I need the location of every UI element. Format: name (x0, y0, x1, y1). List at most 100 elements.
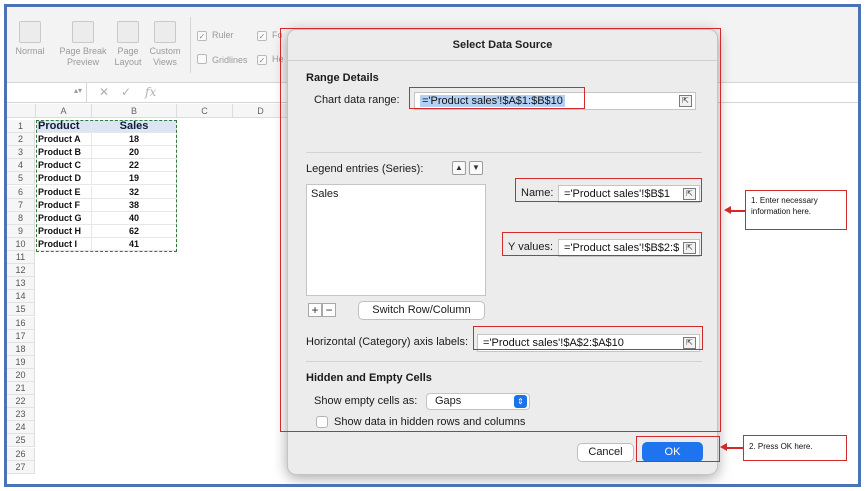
screenshot-frame: Normal Page Break Preview Page Layout Cu… (4, 4, 861, 487)
headings-checkbox[interactable]: ✓ He (257, 54, 284, 65)
titlebar-divider (288, 60, 717, 61)
row-header[interactable]: 25 (7, 434, 35, 448)
row-header[interactable]: 12 (7, 264, 35, 278)
cancel-button[interactable]: Cancel (577, 443, 634, 462)
gridlines-checkbox[interactable]: Gridlines (197, 54, 248, 65)
row-header[interactable]: 9 (7, 224, 35, 238)
cell-product[interactable]: Product E (36, 185, 92, 199)
chevron-updown-icon: ⇕ (514, 395, 527, 408)
cell-sales[interactable]: 18 (92, 133, 177, 147)
show-hidden-checkbox[interactable] (316, 416, 328, 428)
cell-sales[interactable]: 20 (92, 146, 177, 160)
row-header[interactable]: 17 (7, 329, 35, 343)
cell-b1[interactable]: Sales (92, 120, 177, 133)
column-header[interactable]: A (36, 104, 92, 118)
add-series-button[interactable]: + (308, 303, 322, 317)
cell-sales[interactable]: 32 (92, 185, 177, 199)
row-header[interactable]: 24 (7, 421, 35, 435)
ok-button[interactable]: OK (642, 442, 703, 462)
page-layout-icon (117, 21, 139, 43)
row-header[interactable]: 19 (7, 355, 35, 369)
row-header[interactable]: 20 (7, 368, 35, 382)
move-down-icon[interactable]: ▼ (469, 161, 483, 175)
row-header[interactable]: 2 (7, 133, 35, 147)
row-header[interactable]: 23 (7, 408, 35, 422)
formula-bar-checkbox[interactable]: ✓ Fo (257, 30, 283, 41)
cell-sales[interactable]: 22 (92, 159, 177, 173)
row-header[interactable]: 26 (7, 447, 35, 461)
row-header[interactable]: 3 (7, 146, 35, 160)
page-layout-button[interactable]: Page Layout (111, 21, 145, 68)
cell-a1[interactable]: Product (36, 120, 92, 133)
row-header[interactable]: 27 (7, 460, 35, 474)
row-header[interactable]: 14 (7, 290, 35, 304)
cell-product[interactable]: Product G (36, 211, 92, 225)
legend-entries-label: Legend entries (Series): (306, 163, 424, 175)
remove-series-button[interactable]: − (322, 303, 336, 317)
cell-sales[interactable]: 19 (92, 172, 177, 186)
row-header[interactable]: 10 (7, 237, 35, 251)
ruler-checkbox[interactable]: ✓ Ruler (197, 30, 234, 41)
cell-sales[interactable]: 40 (92, 211, 177, 225)
row-header[interactable]: 5 (7, 172, 35, 186)
cell-sales[interactable]: 62 (92, 224, 177, 238)
range-picker-icon[interactable]: ⇱ (683, 242, 696, 254)
move-up-icon[interactable]: ▲ (452, 161, 466, 175)
row-header[interactable]: 22 (7, 395, 35, 409)
cell-product[interactable]: Product A (36, 133, 92, 147)
row-header[interactable]: 16 (7, 316, 35, 330)
column-header[interactable]: B (92, 104, 177, 118)
confirm-formula-icon[interactable]: ✓ (121, 85, 131, 99)
normal-view-icon (19, 21, 41, 43)
name-box[interactable]: ▴▾ (7, 83, 87, 103)
cell-product[interactable]: Product D (36, 172, 92, 186)
cell-product[interactable]: Product H (36, 224, 92, 238)
series-list[interactable]: Sales (306, 184, 486, 296)
cancel-formula-icon[interactable]: ✕ (99, 85, 109, 99)
row-header[interactable]: 13 (7, 277, 35, 291)
annotation-pointer-1 (729, 210, 745, 212)
row-header[interactable]: 4 (7, 159, 35, 173)
axis-labels-field[interactable]: ='Product sales'!$A$2:$A$10 ⇱ (477, 334, 700, 352)
row-header[interactable]: 18 (7, 342, 35, 356)
show-empty-select[interactable]: Gaps ⇕ (426, 393, 530, 410)
range-picker-icon[interactable]: ⇱ (679, 95, 692, 107)
column-header[interactable]: D (233, 104, 289, 118)
row-header[interactable]: 7 (7, 198, 35, 212)
y-values-value: ='Product sales'!$B$2:$ (564, 242, 680, 254)
page-break-preview-button[interactable]: Page Break Preview (55, 21, 111, 68)
row-header[interactable]: 15 (7, 303, 35, 317)
normal-view-button[interactable]: Normal (13, 21, 47, 57)
arrow-left-icon (720, 443, 727, 451)
row-header[interactable]: 6 (7, 185, 35, 199)
range-picker-icon[interactable]: ⇱ (683, 337, 696, 349)
annotation-callout-2: 2. Press OK here. (743, 435, 847, 461)
cell-product[interactable]: Product B (36, 146, 92, 160)
custom-views-button[interactable]: Custom Views (145, 21, 185, 68)
row-header[interactable]: 21 (7, 382, 35, 395)
range-picker-icon[interactable]: ⇱ (683, 188, 696, 200)
row-header[interactable]: 1 (7, 120, 35, 133)
series-item[interactable]: Sales (307, 185, 485, 203)
cell-product[interactable]: Product C (36, 159, 92, 173)
y-values-field[interactable]: ='Product sales'!$B$2:$ ⇱ (558, 239, 700, 257)
show-empty-label: Show empty cells as: (314, 395, 418, 407)
cell-product[interactable]: Product I (36, 237, 92, 251)
select-all-corner[interactable] (7, 104, 36, 118)
cell-product[interactable]: Product F (36, 198, 92, 212)
axis-labels-value: ='Product sales'!$A$2:$A$10 (483, 337, 624, 349)
cell-sales[interactable]: 41 (92, 237, 177, 251)
dialog-title: Select Data Source (452, 39, 553, 51)
function-icon[interactable]: fx (145, 85, 156, 99)
series-name-field[interactable]: ='Product sales'!$B$1 ⇱ (558, 185, 700, 203)
switch-row-column-button[interactable]: Switch Row/Column (358, 301, 485, 320)
row-header[interactable]: 8 (7, 211, 35, 225)
cell-sales[interactable]: 38 (92, 198, 177, 212)
row-header[interactable]: 11 (7, 251, 35, 264)
name-box-dropdown-icon[interactable]: ▴▾ (74, 86, 82, 95)
column-header[interactable]: C (177, 104, 233, 118)
chart-data-range-field[interactable]: ='Product sales'!$A$1:$B$10 ⇱ (414, 92, 696, 110)
checkmark-icon: ✓ (197, 31, 207, 41)
show-hidden-label: Show data in hidden rows and columns (334, 416, 526, 428)
section-divider (306, 361, 702, 362)
